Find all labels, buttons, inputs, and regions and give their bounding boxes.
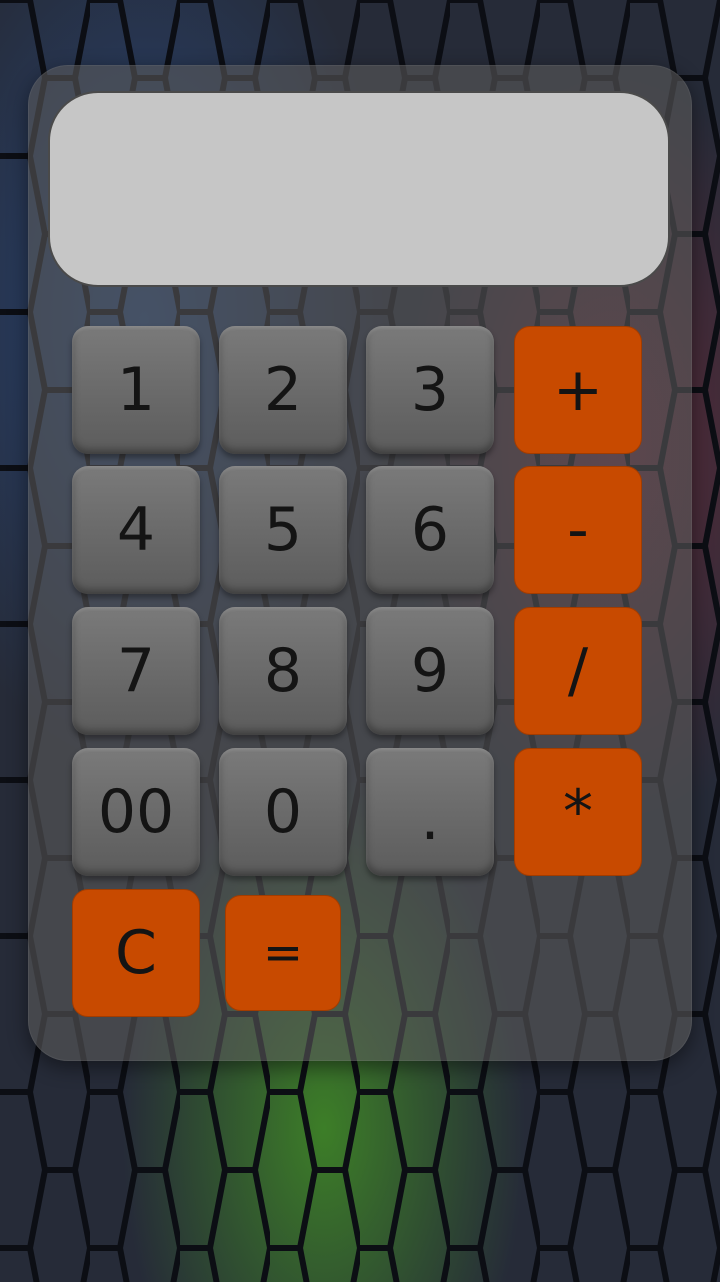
key-2[interactable]: 2 (219, 326, 347, 454)
key-0[interactable]: 0 (219, 748, 347, 876)
key-plus[interactable]: + (514, 326, 642, 454)
key-3[interactable]: 3 (366, 326, 494, 454)
key-decimal-point[interactable]: . (366, 748, 494, 876)
key-1[interactable]: 1 (72, 326, 200, 454)
key-8[interactable]: 8 (219, 607, 347, 735)
key-5[interactable]: 5 (219, 466, 347, 594)
key-clear[interactable]: C (72, 889, 200, 1017)
key-4[interactable]: 4 (72, 466, 200, 594)
key-7[interactable]: 7 (72, 607, 200, 735)
key-equals[interactable]: = (225, 895, 341, 1011)
key-divide[interactable]: / (514, 607, 642, 735)
key-9[interactable]: 9 (366, 607, 494, 735)
key-6[interactable]: 6 (366, 466, 494, 594)
key-multiply[interactable]: * (514, 748, 642, 876)
key-00[interactable]: 00 (72, 748, 200, 876)
key-minus[interactable]: - (514, 466, 642, 594)
calculator-display (48, 91, 670, 287)
